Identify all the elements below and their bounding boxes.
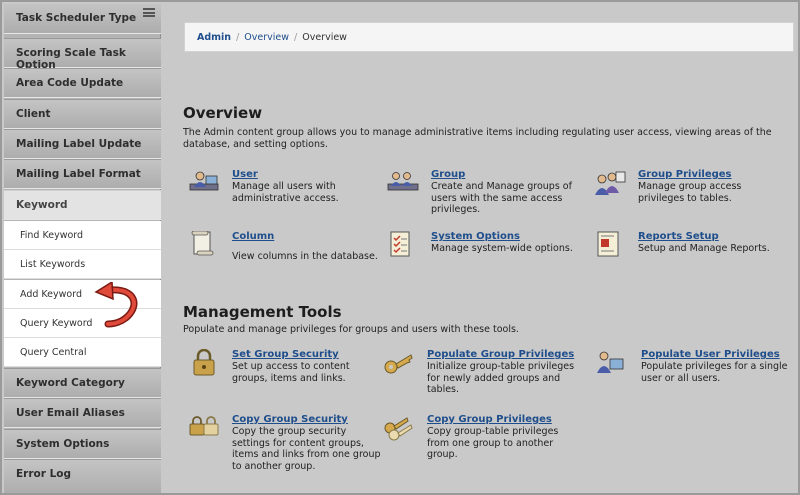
copy-key-icon [384,417,413,441]
column-icon [191,231,214,256]
sidebar-item-system-options[interactable]: System Options [4,429,161,459]
sidebar-item-error-log[interactable]: Error Log [4,459,161,493]
sidebar-item-mailing-label-update[interactable]: Mailing Label Update [4,129,161,159]
sidebar-item-task-scheduler-type[interactable]: Task Scheduler Type [4,4,161,34]
key-icon [384,354,413,374]
menu-icon[interactable] [143,8,155,17]
group-privileges-link[interactable]: Group Privileges [638,169,732,180]
app-window: Task Scheduler Type Scoring Scale Task O… [0,0,800,495]
reports-setup-link[interactable]: Reports Setup [638,231,719,242]
sidebar-subitem-list-keywords[interactable]: List Keywords [4,250,161,279]
copy-group-security-description: Copy the group security settings for con… [232,426,381,472]
overview-heading: Overview [183,104,263,122]
column-description: View columns in the database. [232,251,378,262]
group-privileges-icon [595,171,626,195]
reports-setup-icon [597,231,619,257]
padlock-icon [193,349,215,376]
curved-arrow-icon [94,282,138,328]
group-description: Create and Manage groups of users with t… [431,181,572,215]
breadcrumb-separator: / [236,32,240,43]
sidebar-item-area-code-update[interactable]: Area Code Update [4,68,161,98]
sidebar-item-keyword[interactable]: Keyword [4,190,161,220]
group-icon [387,172,419,191]
sidebar-subitem-find-keyword[interactable]: Find Keyword [4,221,161,250]
system-options-link[interactable]: System Options [431,231,520,242]
main-content: Admin / Overview / Overview Overview The Adm… [162,4,798,493]
sidebar-item-scoring-scale-task-option[interactable]: Scoring Scale Task Option [4,38,161,71]
populate-user-privileges-link[interactable]: Populate User Privileges [641,349,780,360]
management-tools-heading: Management Tools [183,303,342,321]
copy-group-privileges-link[interactable]: Copy Group Privileges [427,414,552,425]
user-icon [189,171,219,191]
column-link[interactable]: Column [232,231,274,242]
management-tools-description: Populate and manage privileges for group… [183,324,519,335]
group-privileges-description: Manage group access privileges to tables… [638,181,742,204]
populate-group-privileges-link[interactable]: Populate Group Privileges [427,349,574,360]
user-description: Manage all users with administrative acc… [232,181,339,204]
breadcrumb-current: Overview [302,32,347,43]
sidebar-item-keyword-category[interactable]: Keyword Category [4,368,161,398]
reports-setup-description: Setup and Manage Reports. [638,243,770,254]
sidebar-item-mailing-label-format[interactable]: Mailing Label Format [4,159,161,189]
system-options-icon [390,231,410,257]
populate-group-privileges-description: Initialize group-table privileges for ne… [427,361,575,395]
copy-padlock-icon [189,416,219,436]
populate-user-privileges-description: Populate privileges for a single user or… [641,361,788,384]
breadcrumb-separator: / [294,32,298,43]
set-group-security-link[interactable]: Set Group Security [232,349,339,360]
user-link[interactable]: User [232,169,258,180]
breadcrumb: Admin / Overview / Overview [184,22,794,52]
system-options-description: Manage system-wide options. [431,243,573,254]
sidebar-subitem-query-central[interactable]: Query Central [4,338,161,367]
copy-group-security-link[interactable]: Copy Group Security [232,414,348,425]
group-link[interactable]: Group [431,169,465,180]
copy-group-privileges-description: Copy group-table privileges from one gro… [427,426,559,460]
sidebar-item-client[interactable]: Client [4,99,161,129]
set-group-security-description: Set up access to content groups, items a… [232,361,350,384]
breadcrumb-admin-link[interactable]: Admin [197,32,231,43]
sidebar: Task Scheduler Type Scoring Scale Task O… [4,4,161,493]
breadcrumb-overview-link[interactable]: Overview [244,32,289,43]
user-privileges-icon [597,351,624,373]
overview-description: The Admin content group allows you to ma… [183,127,772,150]
sidebar-item-user-email-aliases[interactable]: User Email Aliases [4,398,161,428]
